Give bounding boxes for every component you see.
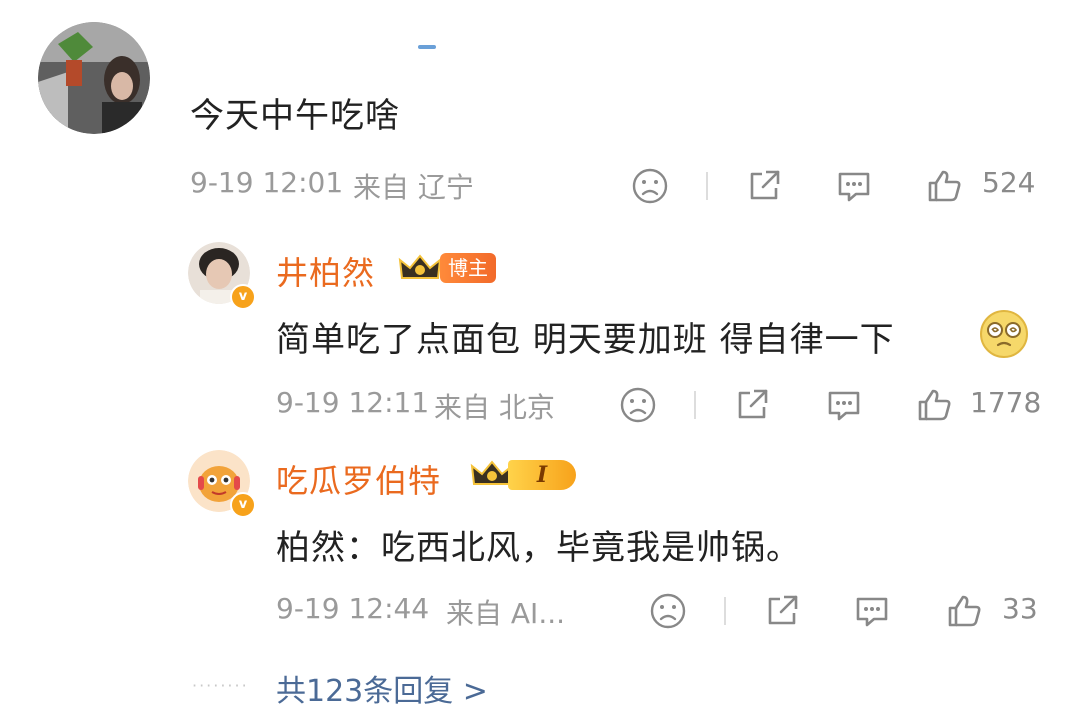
comment-icon[interactable] (834, 166, 874, 206)
dislike-face-icon[interactable] (648, 591, 688, 631)
verified-badge-icon: v (230, 284, 256, 310)
share-icon[interactable] (762, 591, 802, 631)
dislike-face-icon[interactable] (618, 385, 658, 425)
like-icon[interactable] (924, 166, 964, 206)
main-comment-time: 9-19 12:01 (190, 166, 344, 199)
reply-1-like-count: 1778 (970, 386, 1042, 419)
reply-1-time: 9-19 12:11 (276, 386, 430, 419)
reply-2-avatar[interactable]: v (188, 450, 256, 518)
reply-1-avatar[interactable]: v (188, 242, 256, 310)
comment-icon[interactable] (852, 591, 892, 631)
dislike-face-icon[interactable] (630, 166, 670, 206)
reply-2-time: 9-19 12:44 (276, 592, 430, 625)
verified-badge-icon: v (230, 492, 256, 518)
like-icon[interactable] (944, 591, 984, 631)
crown-icon (398, 254, 442, 279)
action-divider (694, 391, 696, 419)
more-replies-dots: ········ (192, 676, 249, 695)
avatar-top-mark (418, 45, 436, 49)
level-badge: I (508, 460, 576, 490)
reply-1-username[interactable]: 井柏然 (276, 248, 375, 294)
reply-2-like-count: 33 (1002, 592, 1038, 625)
main-avatar-image (38, 22, 150, 134)
main-comment-text: 今天中午吃啥 (190, 96, 400, 136)
action-divider (724, 597, 726, 625)
main-like-count: 524 (982, 166, 1036, 199)
more-replies-link[interactable]: 共123条回复 > (276, 666, 488, 710)
reply-2-username[interactable]: 吃瓜罗伯特 (276, 456, 441, 502)
reply-2-text: 柏然：吃西北风，毕竟我是帅锅。 (276, 528, 801, 568)
reply-1-text: 简单吃了点面包 明天要加班 得自律一下 (276, 320, 895, 360)
reply-2-location: 来自 AI... (446, 597, 566, 630)
reply-1-location: 来自 北京 (434, 391, 555, 424)
share-icon[interactable] (732, 385, 772, 425)
share-icon[interactable] (744, 166, 784, 206)
blogger-badge: 博主 (440, 253, 496, 283)
dizzy-face-emoji-icon (980, 310, 1028, 358)
action-divider (706, 172, 708, 200)
main-comment-avatar[interactable] (38, 22, 150, 134)
like-icon[interactable] (914, 385, 954, 425)
comment-icon[interactable] (824, 385, 864, 425)
main-comment-location: 来自 辽宁 (353, 171, 474, 204)
comment-thread: 今天中午吃啥 9-19 12:01 来自 辽宁 524 v 井柏然 博主 简单吃… (0, 0, 1080, 720)
